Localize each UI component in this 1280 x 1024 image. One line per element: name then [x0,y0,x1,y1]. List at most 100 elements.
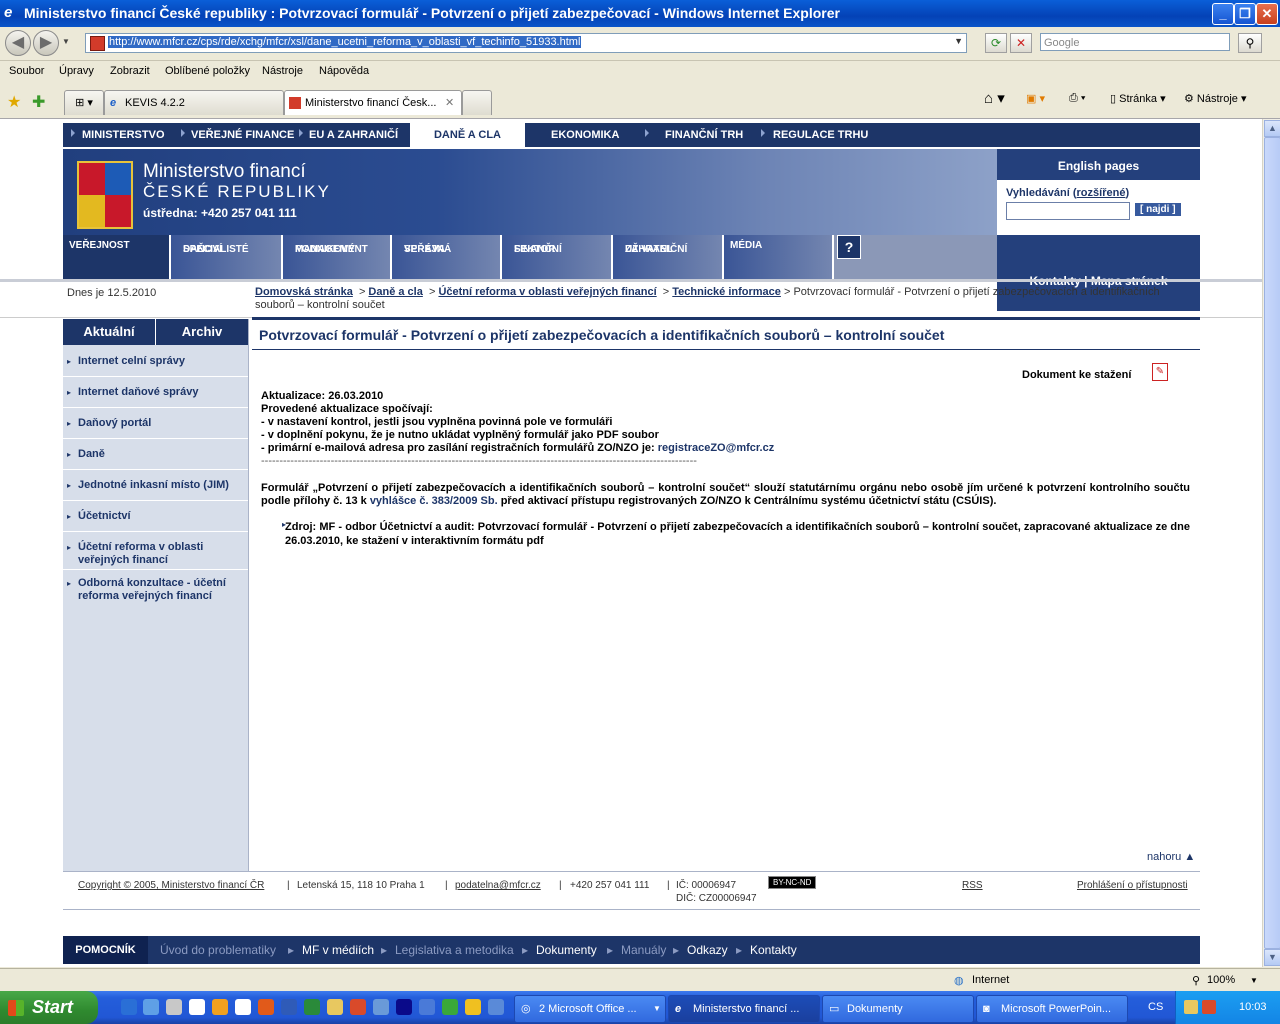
audience-verejnost[interactable]: VEŘEJNOST [63,235,171,279]
breadcrumb-dane-a-cla[interactable]: Daně a cla [368,286,422,298]
favorites-star-icon[interactable]: ★ [7,92,21,112]
add-favorite-icon[interactable]: ✚ [32,92,45,112]
tab-kevis[interactable]: e KEVIS 4.2.2 [104,90,284,115]
scroll-thumb[interactable] [1264,137,1280,949]
sidebar-item-jim[interactable]: ▸ Jednotné inkasní místo (JIM) [63,471,248,501]
quick-tabs-button[interactable]: ⊞ ▾ [64,90,104,115]
vertical-scrollbar[interactable]: ▲ ▼ [1262,119,1280,967]
decree-link[interactable]: vyhlášce č. 383/2009 Sb. [370,495,498,507]
back-button[interactable]: ◀ [5,30,31,56]
quicklaunch-icon[interactable] [465,999,481,1015]
menu-item[interactable]: Nástroje [262,65,303,77]
quicklaunch-icon[interactable] [396,999,412,1015]
excel-quicklaunch-icon[interactable] [304,999,320,1015]
address-dropdown-icon[interactable]: ▼ [954,36,963,46]
help-question-icon[interactable]: ? [837,235,861,259]
nav-verejne-finance[interactable]: VEŘEJNÉ FINANCE [191,123,294,147]
breadcrumb-technicke-informace[interactable]: Technické informace [672,286,781,298]
quicklaunch-icon[interactable] [488,999,504,1015]
quicklaunch-icon[interactable] [442,999,458,1015]
zoom-level[interactable]: 100% [1207,974,1235,986]
new-tab-button[interactable] [462,90,492,115]
creative-commons-badge[interactable]: BY-NC-ND [768,876,817,889]
title-bar[interactable]: e Ministerstvo financí České republiky :… [0,0,1280,27]
sidebar-item-ucetnictvi[interactable]: ▸ Účetnictví [63,502,248,532]
menu-item[interactable]: Úpravy [59,65,94,77]
home-icon[interactable]: ⌂ ▾ [984,89,1005,107]
address-url[interactable]: http://www.mfcr.cz/cps/rde/xchg/mfcr/xsl… [108,36,582,48]
nav-ministerstvo[interactable]: MINISTERSTVO [82,123,165,147]
ie-quicklaunch-icon[interactable] [121,999,137,1015]
outlook-quicklaunch-icon[interactable] [212,999,228,1015]
sidebar-item-internet-danove-spravy[interactable]: ▸ Internet daňové správy [63,378,248,408]
scroll-up-icon[interactable]: ▲ [1264,120,1280,137]
rss-feed-icon[interactable]: ▣ ▾ [1026,92,1045,105]
address-input[interactable]: http://www.mfcr.cz/cps/rde/xchg/mfcr/xsl… [85,33,967,53]
tab-mfcr[interactable]: Ministerstvo financí Česk... ✕ [284,90,462,115]
stop-button[interactable]: ✕ [1010,33,1032,53]
sidebar-item-dane[interactable]: ▸ Daně [63,440,248,470]
sidebar-item-danovy-portal[interactable]: ▸ Daňový portál [63,409,248,439]
quicklaunch-icon[interactable] [189,999,205,1015]
task-dokumenty[interactable]: ▭ Dokumenty [822,995,974,1023]
minimize-button[interactable]: _ [1212,3,1234,25]
source-download-link[interactable]: Zdroj: MF - odbor Účetnictví a audit: Po… [285,520,1190,548]
helper-manualy[interactable]: Manuály [621,943,666,957]
scroll-down-icon[interactable]: ▼ [1264,949,1280,966]
accessibility-statement-link[interactable]: Prohlášení o přístupnosti [1077,880,1188,891]
tools-menu[interactable]: ⚙ Nástroje ▾ [1184,92,1246,105]
pdf-download-icon[interactable]: ✎ [1152,363,1168,381]
helper-kontakty[interactable]: Kontakty [750,943,797,957]
zoom-icon[interactable]: ⚲ [1192,974,1200,987]
nav-financni-trh[interactable]: FINANČNÍ TRH [665,123,743,147]
back-to-top-link[interactable]: nahoru ▲ [1147,851,1195,863]
quicklaunch-icon[interactable] [373,999,389,1015]
audience-financni-sektor[interactable]: FINANČNÍ SEKTOR [502,235,613,279]
quicklaunch-icon[interactable] [327,999,343,1015]
helper-legislativa[interactable]: Legislativa a metodika [395,943,514,957]
breadcrumb-home[interactable]: Domovská stránka [255,286,353,298]
page-menu[interactable]: ▯ Stránka ▾ [1110,92,1166,105]
audience-media[interactable]: MÉDIA [724,235,834,279]
search-icon[interactable]: ⚲ [1238,33,1262,53]
menu-item[interactable]: Zobrazit [110,65,150,77]
zoom-dropdown-icon[interactable]: ▼ [1250,976,1258,985]
rss-link[interactable]: RSS [962,880,983,891]
close-button[interactable]: ✕ [1256,3,1278,25]
sidebar-item-odborna-konzultace[interactable]: ▸ Odborná konzultace - účetní reforma veř… [63,571,248,608]
start-button[interactable]: Start [0,991,98,1024]
word-quicklaunch-icon[interactable] [281,999,297,1015]
language-indicator[interactable]: CS [1148,1001,1163,1013]
task-powerpoint[interactable]: ◙ Microsoft PowerPoin... [976,995,1128,1023]
english-pages-link[interactable]: English pages [997,159,1200,173]
search-input[interactable]: Google [1040,33,1230,51]
close-tab-icon[interactable]: ✕ [445,91,454,115]
state-coat-of-arms-logo[interactable] [77,161,133,229]
forward-button[interactable]: ▶ [33,30,59,56]
task-ministerstvo-financi[interactable]: e Ministerstvo financí ... [668,995,820,1023]
advanced-search-link[interactable]: rozšířené [1077,187,1126,199]
footer-email-link[interactable]: podatelna@mfcr.cz [455,880,541,891]
nav-regulace-trhu[interactable]: REGULACE TRHU [773,123,868,147]
quicklaunch-icon[interactable] [419,999,435,1015]
nav-ekonomika[interactable]: EKONOMIKA [551,123,619,147]
download-document-label[interactable]: Dokument ke stažení [1022,369,1131,381]
maximize-button[interactable]: ❐ [1234,3,1256,25]
site-search-button[interactable]: [ najdi ] [1135,203,1181,216]
quicklaunch-icon[interactable] [235,999,251,1015]
quicklaunch-icon[interactable] [143,999,159,1015]
audience-danovi-specialiste[interactable]: DAŇOVÍ SPECIALISTÉ [171,235,283,279]
helper-uvod[interactable]: Úvod do problematiky [160,943,276,957]
menu-item[interactable]: Nápověda [319,65,369,77]
print-icon[interactable]: ⎙ ▾ [1069,92,1085,105]
tab-archiv[interactable]: Archiv [156,319,248,345]
site-search-input[interactable] [1006,202,1130,220]
powerpoint-quicklaunch-icon[interactable] [258,999,274,1015]
history-dropdown-icon[interactable]: ▼ [62,37,70,46]
tray-icon[interactable] [1202,1000,1216,1014]
menu-item[interactable]: Soubor [9,65,44,77]
menu-item[interactable]: Oblíbené položky [165,65,250,77]
nav-dane-a-cla[interactable]: DANĚ A CLA [410,123,525,147]
nav-eu-a-zahranici[interactable]: EU A ZAHRANIČÍ [309,123,398,147]
helper-mf-v-mediich[interactable]: MF v médiích [302,943,374,957]
